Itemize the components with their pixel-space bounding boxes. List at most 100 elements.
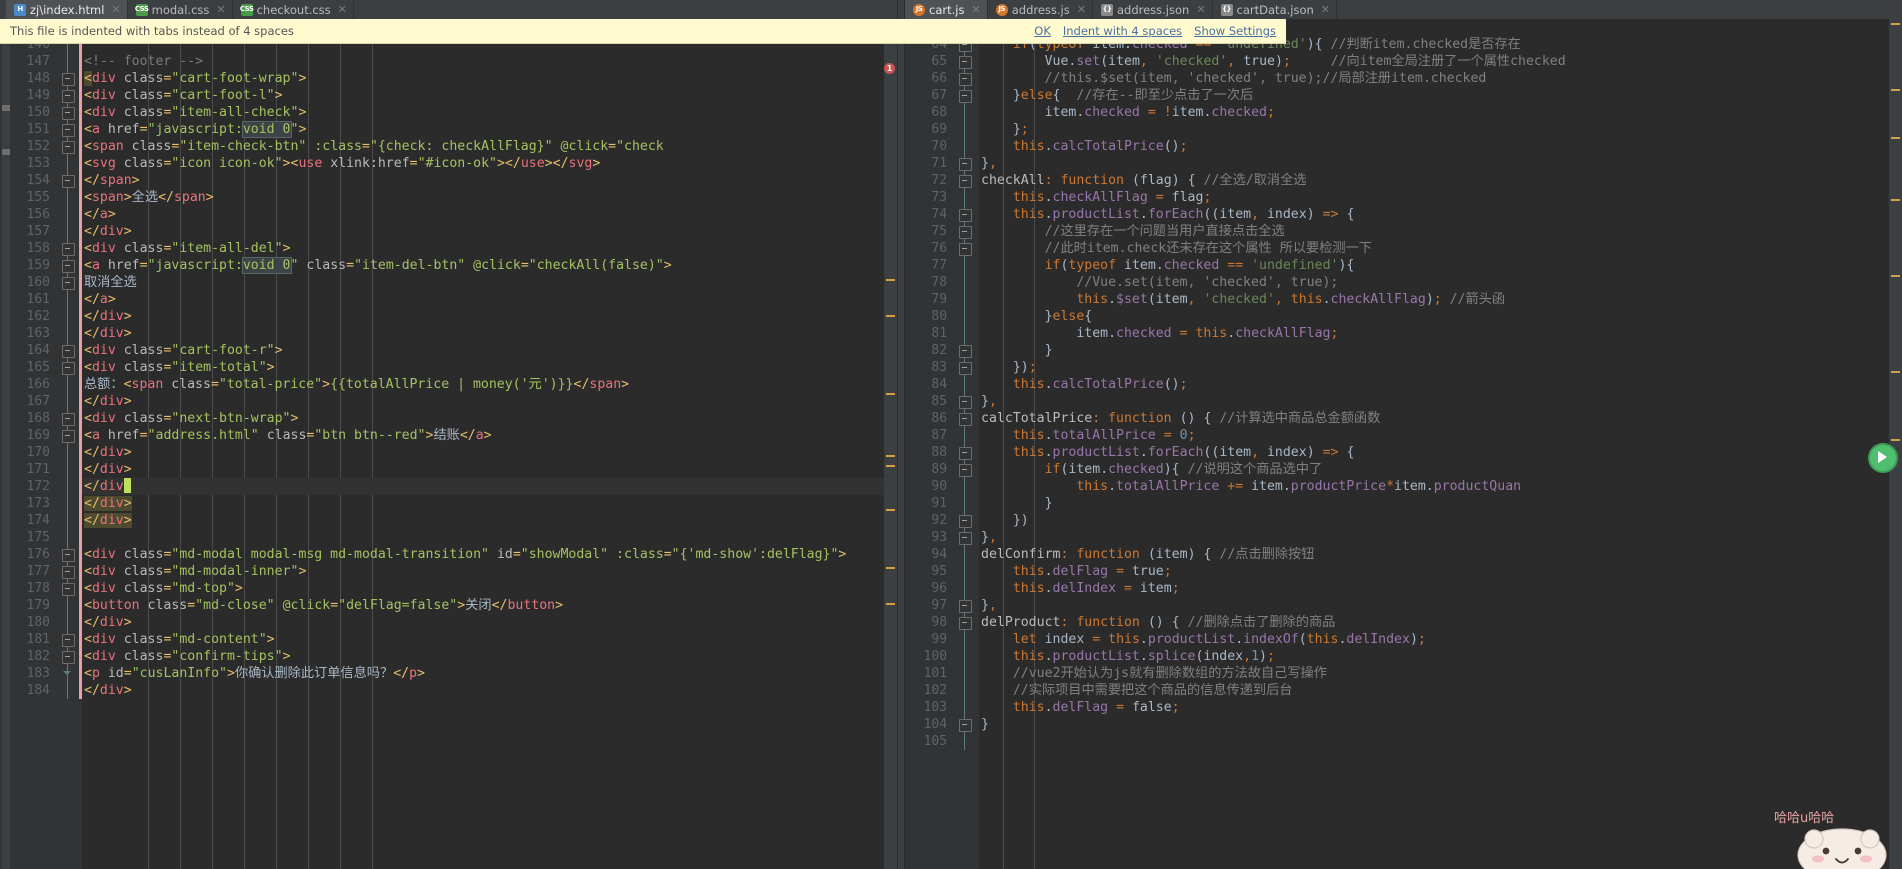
error-badge[interactable]: 1 (884, 63, 895, 74)
code-line[interactable]: }else{ (979, 308, 1902, 325)
close-icon[interactable]: ✕ (216, 3, 225, 16)
code-line[interactable]: <a href="address.html" class="btn btn--r… (82, 427, 897, 444)
code-line[interactable]: //Vue.set(item, 'checked', true); (979, 274, 1902, 291)
code-line[interactable]: } (979, 716, 1902, 733)
left-code-lines[interactable]: </div><!-- footer --><div class="cart-fo… (82, 19, 898, 699)
ok-link[interactable]: OK (1034, 24, 1051, 38)
left-code-area[interactable]: </div><!-- footer --><div class="cart-fo… (82, 19, 898, 869)
right-scroll-markers[interactable] (1889, 19, 1902, 869)
code-line[interactable]: </div> (82, 614, 897, 631)
code-line[interactable] (82, 529, 897, 546)
right-editor-area[interactable]: 6364656667686970717273747576777879808182… (905, 19, 1902, 869)
left-fold-gutter[interactable] (57, 19, 79, 869)
code-line[interactable]: delProduct: function () { //删除点击了删除的商品 (979, 614, 1902, 631)
code-line[interactable]: item.checked = this.checkAllFlag; (979, 325, 1902, 342)
code-line[interactable]: checkAll: function (flag) { //全选/取消全选 (979, 172, 1902, 189)
code-line[interactable]: </div> (82, 223, 897, 240)
code-line[interactable]: </a> (82, 206, 897, 223)
code-line[interactable]: } (979, 342, 1902, 359)
code-line[interactable]: if(typeof item.checked == 'undefined'){ (979, 257, 1902, 274)
code-line[interactable]: this.calcTotalPrice(); (979, 376, 1902, 393)
code-line[interactable]: this.productList.forEach((item, index) =… (979, 444, 1902, 461)
code-line[interactable] (979, 733, 1902, 750)
right-code-area[interactable]: selectedProduct: function (item) { if(ty… (979, 19, 1902, 869)
code-line[interactable]: <div class="md-top"> (82, 580, 897, 597)
code-line[interactable]: this.$set(item, 'checked', this.checkAll… (979, 291, 1902, 308)
code-line[interactable]: }; (979, 121, 1902, 138)
code-line[interactable]: <div class="next-btn-wrap"> (82, 410, 897, 427)
tab-modal-css[interactable]: CSS modal.css ✕ (127, 0, 233, 19)
tab-address-json[interactable]: {} address.json ✕ (1092, 0, 1213, 19)
close-icon[interactable]: ✕ (1321, 3, 1330, 16)
code-line[interactable]: calcTotalPrice: function () { //计算选中商品总金… (979, 410, 1902, 427)
code-line[interactable]: 总额：<span class="total-price">{{totalAllP… (82, 376, 897, 393)
tab-cart-js[interactable]: JS cart.js ✕ (905, 0, 988, 19)
code-line[interactable]: <div class="cart-foot-l"> (82, 87, 897, 104)
code-line[interactable]: <span class="item-check-btn" :class="{ch… (82, 138, 897, 155)
code-line[interactable]: this.checkAllFlag = flag; (979, 189, 1902, 206)
code-line[interactable]: }, (979, 155, 1902, 172)
code-line[interactable]: <svg class="icon icon-ok"><use xlink:hre… (82, 155, 897, 172)
code-line[interactable]: //此时item.check还未存在这个属性 所以要检测一下 (979, 240, 1902, 257)
show-settings-link[interactable]: Show Settings (1194, 24, 1276, 38)
code-line[interactable]: Vue.set(item, 'checked', true); //向item全… (979, 53, 1902, 70)
code-line[interactable]: }); (979, 359, 1902, 376)
code-line[interactable]: <div class="cart-foot-wrap"> (82, 70, 897, 87)
code-line[interactable]: this.delIndex = item; (979, 580, 1902, 597)
code-line[interactable]: <div class="item-total"> (82, 359, 897, 376)
code-line[interactable]: <!-- footer --> (82, 53, 897, 70)
code-line[interactable]: this.productList.forEach((item, index) =… (979, 206, 1902, 223)
code-line[interactable]: </div> (82, 308, 897, 325)
pane-splitter[interactable] (897, 0, 906, 869)
code-line[interactable]: this.calcTotalPrice(); (979, 138, 1902, 155)
close-icon[interactable]: ✕ (338, 3, 347, 16)
left-scroll-markers[interactable] (884, 19, 898, 869)
code-line[interactable]: let index = this.productList.indexOf(thi… (979, 631, 1902, 648)
code-line[interactable]: <div class="confirm-tips"> (82, 648, 897, 665)
code-line[interactable]: </div> (82, 461, 897, 478)
code-line[interactable]: </div> (82, 325, 897, 342)
code-line[interactable]: this.delFlag = true; (979, 563, 1902, 580)
run-button[interactable] (1868, 443, 1898, 473)
code-line[interactable]: </div> (82, 393, 897, 410)
code-line[interactable]: }, (979, 597, 1902, 614)
code-line[interactable]: item.checked = !item.checked; (979, 104, 1902, 121)
code-line[interactable]: <button class="md-close" @click="delFlag… (82, 597, 897, 614)
code-line[interactable]: <a href="javascript:void 0" class="item-… (82, 257, 897, 274)
code-line[interactable]: 取消全选 (82, 274, 897, 291)
left-editor-area[interactable]: 1451461471481491501511521531541551561571… (0, 19, 898, 869)
code-line[interactable]: this.totalAllPrice = 0; (979, 427, 1902, 444)
code-line[interactable]: } (979, 495, 1902, 512)
tab-address-js[interactable]: JS address.js ✕ (987, 0, 1093, 19)
code-line[interactable]: this.delFlag = false; (979, 699, 1902, 716)
right-fold-gutter[interactable] (954, 19, 977, 869)
code-line[interactable]: <span>全选</span> (82, 189, 897, 206)
code-line[interactable]: </div> (82, 682, 897, 699)
tab-checkout-css[interactable]: CSS checkout.css ✕ (232, 0, 354, 19)
tab-cartdata-json[interactable]: {} cartData.json ✕ (1212, 0, 1337, 19)
close-icon[interactable]: ✕ (1077, 3, 1086, 16)
code-line[interactable]: this.totalAllPrice += item.productPrice*… (979, 478, 1902, 495)
code-line[interactable]: delConfirm: function (item) { //点击删除按钮 (979, 546, 1902, 563)
tab-zj-index-html[interactable]: H zj\index.html ✕ (6, 0, 128, 19)
right-code-lines[interactable]: selectedProduct: function (item) { if(ty… (979, 19, 1902, 750)
code-line[interactable]: }, (979, 393, 1902, 410)
code-line[interactable]: <p id="cusLanInfo">你确认删除此订单信息吗？</p> (82, 665, 897, 682)
code-line[interactable]: </span> (82, 172, 897, 189)
code-line[interactable]: //实际项目中需要把这个商品的信息传递到后台 (979, 682, 1902, 699)
code-line[interactable]: <div class="item-all-del"> (82, 240, 897, 257)
code-line[interactable]: }else{ //存在--即至少点击了一次后 (979, 87, 1902, 104)
close-icon[interactable]: ✕ (972, 3, 981, 16)
code-line[interactable]: <div class="md-modal modal-msg md-modal-… (82, 546, 897, 563)
indent-with-4-spaces-link[interactable]: Indent with 4 spaces (1063, 24, 1182, 38)
code-line[interactable]: <div class="md-modal-inner"> (82, 563, 897, 580)
close-icon[interactable]: ✕ (1196, 3, 1205, 16)
code-line[interactable]: //这里存在一个问题当用户直接点击全选 (979, 223, 1902, 240)
close-icon[interactable]: ✕ (111, 3, 120, 16)
code-line[interactable]: <div class="cart-foot-r"> (82, 342, 897, 359)
code-line[interactable]: }) (979, 512, 1902, 529)
code-line[interactable]: //vue2开始认为js就有删除数组的方法故自己写操作 (979, 665, 1902, 682)
code-line[interactable]: </div> (82, 512, 897, 529)
code-line[interactable]: }, (979, 529, 1902, 546)
code-line[interactable]: this.productList.splice(index,1); (979, 648, 1902, 665)
